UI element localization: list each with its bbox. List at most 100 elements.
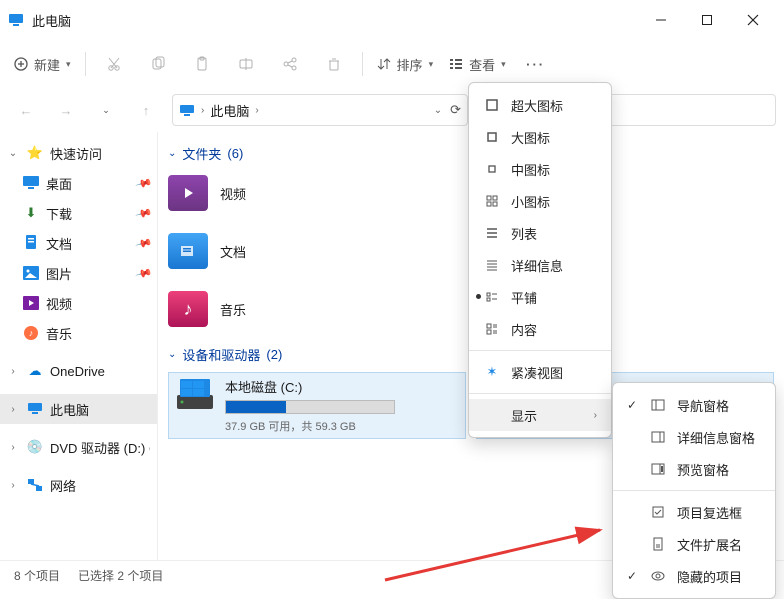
- view-label: 查看: [469, 55, 495, 74]
- show-extensions[interactable]: 文件扩展名: [613, 528, 775, 560]
- sidebar-pictures[interactable]: 图片📌: [0, 258, 157, 288]
- label: 桌面: [46, 174, 72, 193]
- chevron-down-icon[interactable]: ⌄: [434, 105, 442, 116]
- nav-pane-icon: [649, 398, 667, 412]
- rename-button[interactable]: [226, 46, 266, 82]
- copy-icon: [150, 56, 166, 72]
- close-button[interactable]: [730, 0, 776, 40]
- menu-separator: [469, 393, 611, 394]
- sidebar-videos[interactable]: 视频: [0, 288, 157, 318]
- show-checkboxes[interactable]: 项目复选框: [613, 496, 775, 528]
- chevron-down-icon: ▾: [429, 59, 434, 70]
- chevron-right-icon[interactable]: ›: [6, 404, 20, 415]
- new-button[interactable]: 新建 ▾: [8, 46, 77, 82]
- sidebar-music[interactable]: ♪音乐: [0, 318, 157, 348]
- pin-icon: 📌: [135, 204, 153, 222]
- sidebar-onedrive[interactable]: ›☁OneDrive: [0, 356, 157, 386]
- view-show[interactable]: 显示›: [469, 399, 611, 431]
- label: 文档: [220, 242, 246, 261]
- new-label: 新建: [34, 55, 60, 74]
- up-button[interactable]: ↑: [128, 92, 164, 128]
- show-nav-pane[interactable]: ✓导航窗格: [613, 389, 775, 421]
- paste-button[interactable]: [182, 46, 222, 82]
- sidebar-documents[interactable]: 文档📌: [0, 228, 157, 258]
- toolbar: 新建 ▾ 排序 ▾ 查看 ▾ ···: [0, 40, 784, 88]
- chevron-down-icon: ⌄: [168, 349, 176, 360]
- sidebar-quick-access[interactable]: ⌄⭐快速访问: [0, 138, 157, 168]
- plus-circle-icon: [14, 57, 28, 71]
- chevron-right-icon[interactable]: ›: [6, 366, 20, 377]
- forward-button[interactable]: →: [48, 92, 84, 128]
- show-details-pane[interactable]: 详细信息窗格: [613, 421, 775, 453]
- document-icon: [22, 234, 40, 252]
- picture-icon: [22, 264, 40, 282]
- music-folder-icon: ♪: [168, 291, 208, 327]
- menu-separator: [613, 490, 775, 491]
- chevron-right-icon[interactable]: ›: [6, 480, 20, 491]
- pin-icon: 📌: [135, 234, 153, 252]
- sidebar-thispc[interactable]: › 此电脑: [0, 394, 157, 424]
- capacity-bar: [225, 400, 395, 414]
- download-icon: ⬇: [22, 204, 40, 222]
- chevron-down-icon: ▾: [501, 59, 506, 70]
- sidebar-dvd[interactable]: ›💿DVD 驱动器 (D:) CP: [0, 432, 157, 462]
- folder-documents[interactable]: 文档: [168, 229, 462, 273]
- refresh-button[interactable]: ⟳: [450, 102, 461, 118]
- chevron-right-icon[interactable]: ›: [6, 442, 20, 453]
- view-content[interactable]: 内容: [469, 313, 611, 345]
- folder-videos[interactable]: 视频: [168, 171, 462, 215]
- show-submenu: ✓导航窗格 详细信息窗格 预览窗格 项目复选框 文件扩展名 ✓隐藏的项目: [612, 382, 776, 599]
- delete-button[interactable]: [314, 46, 354, 82]
- paste-icon: [194, 56, 210, 72]
- view-details[interactable]: 详细信息: [469, 249, 611, 281]
- show-hidden[interactable]: ✓隐藏的项目: [613, 560, 775, 592]
- label: 音乐: [220, 300, 246, 319]
- sidebar-downloads[interactable]: ⬇下载📌: [0, 198, 157, 228]
- label: 视频: [46, 294, 72, 313]
- trash-icon: [326, 56, 342, 72]
- address-bar[interactable]: › 此电脑 › ⌄ ⟳: [172, 94, 468, 126]
- copy-button[interactable]: [138, 46, 178, 82]
- check-icon: ✓: [627, 398, 639, 412]
- view-list[interactable]: 列表: [469, 217, 611, 249]
- folder-music[interactable]: ♪ 音乐: [168, 287, 462, 331]
- cut-button[interactable]: [94, 46, 134, 82]
- view-medium[interactable]: 中图标: [469, 153, 611, 185]
- back-button[interactable]: ←: [8, 92, 44, 128]
- divider: [362, 52, 363, 76]
- view-extra-large[interactable]: 超大图标: [469, 89, 611, 121]
- check-icon: ✓: [627, 569, 639, 583]
- xl-icon: [483, 98, 501, 112]
- sort-button[interactable]: 排序 ▾: [371, 46, 440, 82]
- file-icon: [649, 537, 667, 551]
- sidebar-network[interactable]: › 网络: [0, 470, 157, 500]
- view-icon: [449, 57, 463, 71]
- view-tiles[interactable]: 平铺: [469, 281, 611, 313]
- share-icon: [282, 56, 298, 72]
- view-large[interactable]: 大图标: [469, 121, 611, 153]
- label: 图片: [46, 264, 72, 283]
- label: 网络: [50, 476, 76, 495]
- view-button[interactable]: 查看 ▾: [443, 46, 512, 82]
- label: 快速访问: [50, 144, 102, 163]
- show-preview-pane[interactable]: 预览窗格: [613, 453, 775, 485]
- divider: [85, 52, 86, 76]
- label: 此电脑: [50, 400, 89, 419]
- more-button[interactable]: ···: [516, 46, 556, 82]
- chevron-down-icon[interactable]: ⌄: [6, 148, 20, 159]
- svg-text:♪: ♪: [29, 328, 34, 338]
- rename-icon: [238, 56, 254, 72]
- minimize-button[interactable]: [638, 0, 684, 40]
- sidebar-desktop[interactable]: 桌面📌: [0, 168, 157, 198]
- view-compact[interactable]: ✶紧凑视图: [469, 356, 611, 388]
- maximize-button[interactable]: [684, 0, 730, 40]
- view-small[interactable]: 小图标: [469, 185, 611, 217]
- drive-icon: [175, 377, 215, 413]
- label: 文件夹: [182, 144, 221, 163]
- share-button[interactable]: [270, 46, 310, 82]
- video-folder-icon: [168, 175, 208, 211]
- breadcrumb-root[interactable]: 此电脑: [210, 101, 249, 120]
- recent-button[interactable]: ⌄: [88, 92, 124, 128]
- drive-label: 本地磁盘 (C:): [225, 377, 395, 396]
- drive-c[interactable]: 本地磁盘 (C:) 37.9 GB 可用，共 59.3 GB: [168, 372, 466, 439]
